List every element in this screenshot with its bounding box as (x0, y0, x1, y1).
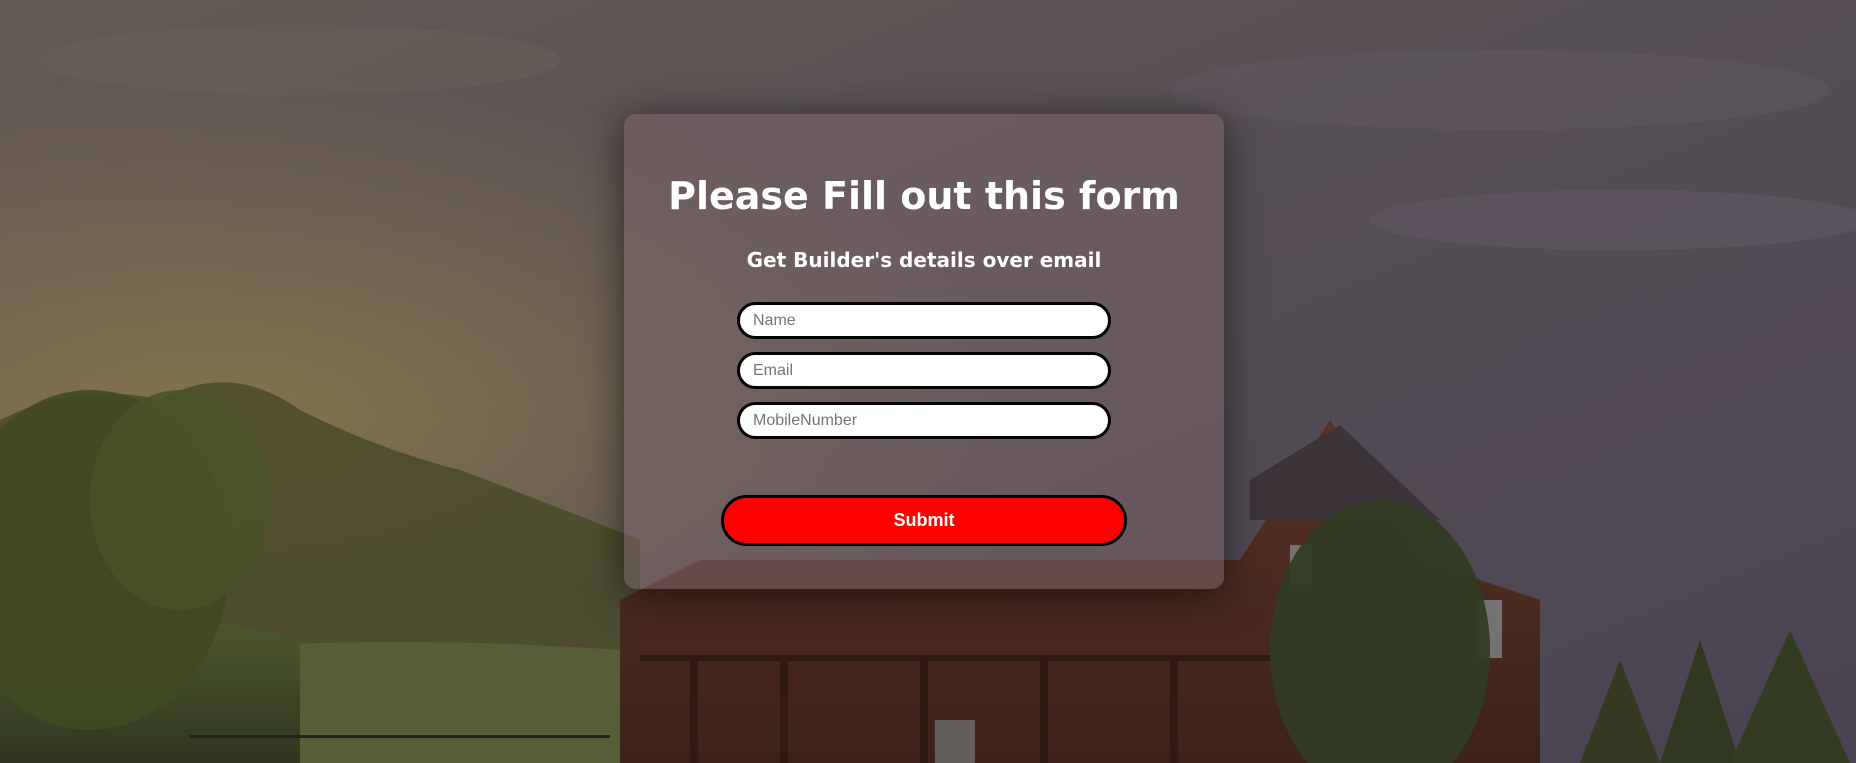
lead-form-card: Please Fill out this form Get Builder's … (624, 114, 1224, 589)
page: Please Fill out this form Get Builder's … (0, 0, 1856, 763)
submit-button[interactable]: Submit (721, 495, 1127, 546)
name-input[interactable] (737, 302, 1111, 339)
form-title: Please Fill out this form (668, 174, 1180, 218)
form-subtitle: Get Builder's details over email (746, 248, 1102, 272)
email-input[interactable] (737, 352, 1111, 389)
mobile-number-input[interactable] (737, 402, 1111, 439)
